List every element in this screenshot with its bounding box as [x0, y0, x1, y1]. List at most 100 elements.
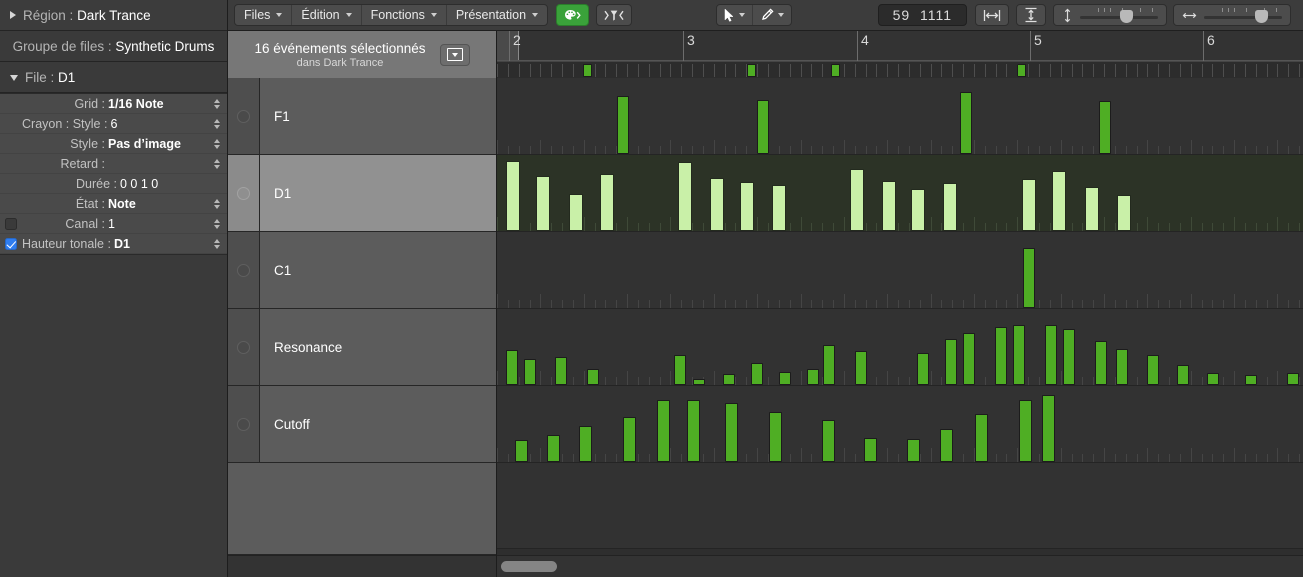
step-note[interactable]: [807, 369, 819, 385]
file-header[interactable]: File : D1: [0, 62, 227, 93]
step-note[interactable]: [1085, 187, 1099, 231]
step-note[interactable]: [779, 372, 791, 385]
step-note[interactable]: [623, 417, 636, 462]
step-note[interactable]: [674, 355, 686, 385]
step-note[interactable]: [587, 369, 599, 385]
lane-row-resonance[interactable]: Resonance: [228, 309, 496, 386]
marker-step[interactable]: [747, 64, 756, 77]
step-note[interactable]: [579, 426, 592, 462]
param-stepper[interactable]: [210, 234, 223, 253]
step-note[interactable]: [1117, 195, 1131, 231]
lane-status-dot-icon[interactable]: [237, 417, 250, 431]
menu-dition-button[interactable]: Édition: [292, 5, 362, 25]
step-note[interactable]: [678, 162, 692, 231]
vertical-zoom-track[interactable]: [1080, 8, 1159, 23]
triangle-down-icon[interactable]: [10, 74, 18, 81]
step-note[interactable]: [725, 403, 738, 462]
lane-row-cutoff[interactable]: Cutoff: [228, 386, 496, 463]
lane-row-c1[interactable]: C1: [228, 232, 496, 309]
step-lane-c1[interactable]: [497, 232, 1303, 309]
step-note[interactable]: [536, 176, 550, 231]
lane-mute-slot[interactable]: [228, 78, 260, 154]
step-note[interactable]: [1207, 373, 1219, 385]
step-note[interactable]: [1177, 365, 1189, 385]
step-note[interactable]: [907, 439, 920, 462]
param-row-2[interactable]: Style : Pas d’image: [0, 134, 227, 154]
param-checkbox[interactable]: [5, 217, 17, 230]
lane-status-dot-icon[interactable]: [237, 186, 250, 200]
step-note[interactable]: [855, 351, 867, 385]
lane-status-dot-icon[interactable]: [237, 263, 250, 277]
step-note[interactable]: [657, 400, 670, 462]
param-value[interactable]: 6: [110, 117, 204, 131]
step-note[interactable]: [943, 183, 957, 231]
step-note[interactable]: [740, 182, 754, 231]
step-note[interactable]: [911, 189, 925, 231]
param-value[interactable]: 1/16 Note: [108, 97, 204, 111]
step-note[interactable]: [569, 194, 583, 231]
step-note[interactable]: [723, 374, 735, 385]
step-note[interactable]: [555, 357, 567, 385]
step-note[interactable]: [1063, 329, 1075, 385]
param-value[interactable]: Note: [108, 197, 204, 211]
param-stepper[interactable]: [210, 94, 223, 113]
step-note[interactable]: [751, 363, 763, 385]
step-note[interactable]: [963, 333, 975, 385]
menu-files-button[interactable]: Files: [235, 5, 293, 25]
menu-prsentation-button[interactable]: Présentation: [447, 5, 547, 25]
step-note[interactable]: [945, 339, 957, 385]
horizontal-scrollbar[interactable]: [497, 555, 1303, 577]
lane-status-dot-icon[interactable]: [237, 109, 250, 123]
param-row-3[interactable]: Retard :: [0, 154, 227, 174]
step-note[interactable]: [547, 435, 560, 462]
param-checkbox[interactable]: [5, 237, 17, 250]
scrollbar-thumb[interactable]: [501, 561, 557, 572]
step-note[interactable]: [917, 353, 929, 385]
menu-fonctions-button[interactable]: Fonctions: [362, 5, 447, 25]
vertical-zoom-knob[interactable]: [1120, 10, 1134, 23]
step-lane-f1[interactable]: [497, 78, 1303, 155]
step-lane-cutoff[interactable]: [497, 386, 1303, 463]
step-note[interactable]: [1245, 375, 1257, 385]
step-note[interactable]: [772, 185, 786, 231]
lane-row-f1[interactable]: F1: [228, 78, 496, 155]
step-note[interactable]: [710, 178, 724, 231]
step-note[interactable]: [1042, 395, 1055, 462]
region-header[interactable]: Région : Dark Trance: [0, 0, 227, 31]
param-value[interactable]: 0 0 1 0: [120, 177, 204, 191]
step-note[interactable]: [850, 169, 864, 231]
marker-step[interactable]: [831, 64, 840, 77]
step-note[interactable]: [823, 345, 835, 385]
step-note[interactable]: [515, 440, 528, 462]
marker-step[interactable]: [583, 64, 592, 77]
param-row-0[interactable]: Grid :1/16 Note: [0, 94, 227, 114]
param-stepper[interactable]: [210, 134, 223, 153]
param-row-4[interactable]: Durée :0 0 1 0: [0, 174, 227, 194]
lane-mute-slot[interactable]: [228, 309, 260, 385]
param-stepper[interactable]: [210, 154, 223, 173]
step-note[interactable]: [1022, 179, 1036, 231]
horizontal-zoom-slider[interactable]: [1173, 4, 1292, 26]
pointer-tool[interactable]: [717, 5, 754, 25]
lane-row-d1[interactable]: D1: [228, 155, 496, 232]
step-lane-d1[interactable]: [497, 155, 1303, 232]
marker-step[interactable]: [1017, 64, 1026, 77]
step-note[interactable]: [617, 96, 629, 154]
step-lane-resonance[interactable]: [497, 309, 1303, 386]
file-group-header[interactable]: Groupe de files : Synthetic Drums: [0, 31, 227, 62]
step-note[interactable]: [960, 92, 972, 154]
step-note[interactable]: [1095, 341, 1107, 385]
param-row-6[interactable]: Canal :1: [0, 214, 227, 234]
marker-strip[interactable]: [497, 61, 1303, 78]
step-note[interactable]: [882, 181, 896, 231]
step-note[interactable]: [1287, 373, 1299, 385]
step-note[interactable]: [864, 438, 877, 462]
param-value[interactable]: 1: [108, 217, 204, 231]
step-note[interactable]: [975, 414, 988, 462]
step-note[interactable]: [822, 420, 835, 462]
event-list-button[interactable]: [439, 43, 470, 66]
lane-mute-slot[interactable]: [228, 155, 260, 231]
vertical-zoom-slider[interactable]: [1053, 4, 1168, 26]
palette-button[interactable]: [556, 4, 590, 26]
step-note[interactable]: [757, 100, 769, 154]
